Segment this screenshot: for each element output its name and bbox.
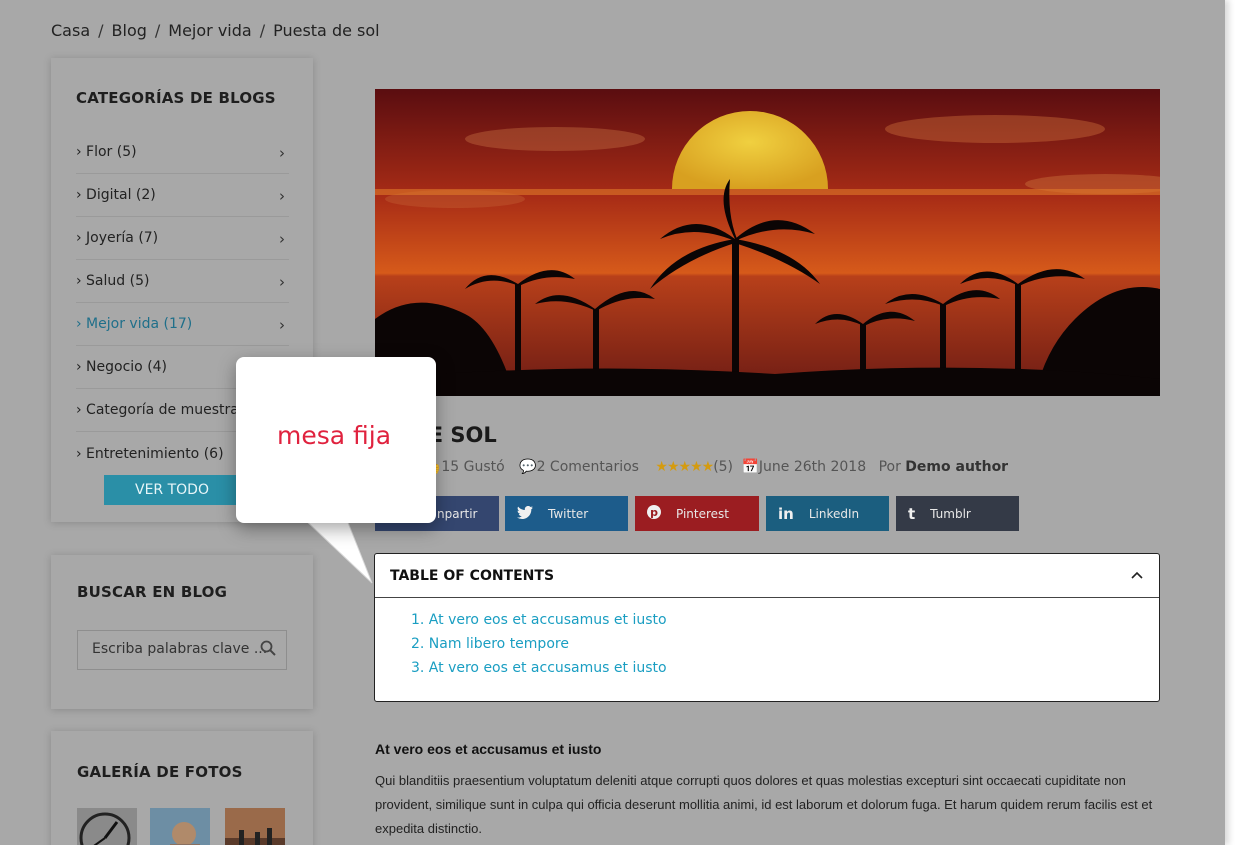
chevron-right-icon: › (279, 144, 285, 162)
category-item-flor[interactable]: › Flor (5) › (76, 131, 289, 174)
toc-link[interactable]: 2. Nam libero tempore (411, 636, 1159, 660)
share-label: npartir (437, 506, 478, 521)
share-label: Twitter (548, 506, 589, 521)
toc-title: TABLE OF CONTENTS (390, 568, 555, 584)
category-item-joyeria[interactable]: › Joyería (7) › (76, 217, 289, 260)
comments-count[interactable]: 2 Comentarios (537, 459, 639, 475)
author-prefix: Por (878, 459, 901, 475)
category-item-mejor-vida[interactable]: › Mejor vida (17) › (76, 303, 289, 346)
article-heading: At vero eos et accusamus et iusto (375, 741, 602, 757)
gallery-thumb-clock[interactable] (77, 808, 137, 845)
chevron-right-icon: › (279, 273, 285, 291)
linkedin-icon: in (778, 504, 794, 523)
category-label: › Flor (5) (76, 144, 137, 160)
breadcrumb-current: Puesta de sol (273, 21, 380, 40)
search-input[interactable]: Escriba palabras clave ... (77, 630, 287, 670)
view-all-button[interactable]: VER TODO (104, 475, 240, 505)
table-of-contents: TABLE OF CONTENTS 1. At vero eos et accu… (374, 553, 1160, 702)
post-meta: isitas 👍15 Gustó 💬2 Comentarios ★★★★★(5)… (375, 459, 1008, 475)
breadcrumb-separator: / (259, 21, 266, 40)
chevron-up-icon[interactable] (1131, 568, 1143, 583)
gallery-thumb-sunset[interactable] (225, 808, 285, 845)
toc-link[interactable]: 3. At vero eos et accusamus et iusto (411, 660, 1159, 684)
share-pinterest-button[interactable]: p Pinterest (635, 496, 759, 531)
category-label: › Salud (5) (76, 273, 150, 289)
callout-bubble: mesa fija (236, 357, 436, 523)
category-label: › Negocio (4) (76, 359, 168, 375)
twitter-icon (517, 505, 533, 523)
page-overlay: Casa / Blog / Mejor vida / Puesta de sol CATEG… (0, 0, 1225, 845)
post-hero-image (375, 89, 1160, 396)
callout-text: mesa fija (277, 421, 392, 450)
photo-gallery-panel: GALERÍA DE FOTOS (51, 731, 313, 845)
share-twitter-button[interactable]: Twitter (505, 496, 628, 531)
breadcrumb-home[interactable]: Casa (51, 21, 90, 40)
breadcrumb-separator: / (154, 21, 161, 40)
toc-header[interactable]: TABLE OF CONTENTS (375, 554, 1159, 598)
post-content: TA DE SOL isitas 👍15 Gustó 💬2 Comentario… (344, 58, 1190, 845)
calendar-icon: 📅 (741, 459, 759, 475)
category-item-salud[interactable]: › Salud (5) › (76, 260, 289, 303)
breadcrumb-blog[interactable]: Blog (112, 21, 147, 40)
chevron-right-icon: › (279, 230, 285, 248)
search-title: BUSCAR EN BLOG (77, 583, 228, 601)
share-linkedin-button[interactable]: in LinkedIn (766, 496, 889, 531)
post-date: June 26th 2018 (758, 459, 867, 475)
categories-title: CATEGORÍAS DE BLOGS (76, 89, 276, 107)
category-item-digital[interactable]: › Digital (2) › (76, 174, 289, 217)
tumblr-icon: t (908, 504, 916, 523)
gallery-title: GALERÍA DE FOTOS (77, 763, 243, 781)
share-label: LinkedIn (808, 506, 860, 521)
category-label: › Joyería (7) (76, 230, 159, 246)
search-placeholder: Escriba palabras clave ... (92, 641, 268, 657)
share-label: Tumblr (930, 506, 971, 521)
rating-count: (5) (713, 459, 734, 475)
svg-text:p: p (650, 506, 658, 519)
category-label: › Entretenimiento (6) (76, 445, 224, 462)
toc-list: 1. At vero eos et accusamus et iusto 2. … (375, 598, 1159, 684)
article-paragraph: Qui blanditiis praesentium voluptatum de… (375, 773, 1153, 836)
author-link[interactable]: Demo author (905, 459, 1008, 475)
category-label: › Digital (2) (76, 187, 156, 203)
likes-count: 15 Gustó (441, 459, 505, 475)
breadcrumb-separator: / (98, 21, 104, 40)
breadcrumb: Casa / Blog / Mejor vida / Puesta de sol (51, 21, 380, 40)
blog-search-panel: BUSCAR EN BLOG Escriba palabras clave ..… (51, 555, 313, 709)
category-label: › Mejor vida (17) (76, 316, 193, 332)
chevron-right-icon: › (279, 316, 285, 334)
search-icon[interactable] (260, 640, 276, 660)
toc-link[interactable]: 1. At vero eos et accusamus et iusto (411, 612, 1159, 636)
breadcrumb-category[interactable]: Mejor vida (168, 21, 251, 40)
category-label: › Categoría de muestra (76, 402, 239, 418)
share-label: Pinterest (676, 506, 730, 521)
share-tumblr-button[interactable]: t Tumblr (896, 496, 1019, 531)
rating-stars: ★★★★★ (655, 459, 714, 475)
comment-icon: 💬 (519, 459, 537, 475)
pinterest-icon: p (647, 504, 661, 523)
gallery-thumb-child[interactable] (150, 808, 210, 845)
chevron-right-icon: › (279, 187, 285, 205)
